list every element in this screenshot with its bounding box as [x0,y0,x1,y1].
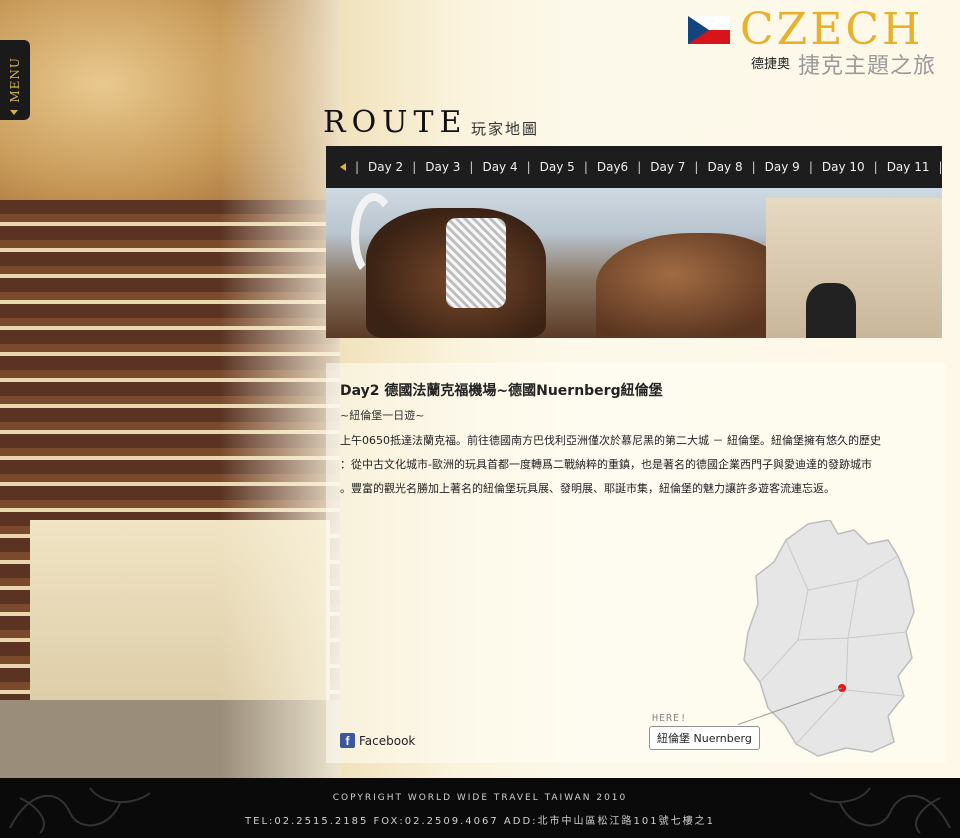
footer-copyright: COPYRIGHT WORLD WIDE TRAVEL TAIWAN 2010 [332,793,628,803]
article-subtitle: ~紐倫堡一日遊~ [340,409,425,422]
footer: COPYRIGHT WORLD WIDE TRAVEL TAIWAN 2010 … [0,778,960,838]
day-photo [326,188,942,338]
day-tab-10[interactable]: Day 10 [822,160,865,174]
germany-outline [743,520,915,757]
day-tab-3[interactable]: Day 3 [425,160,460,174]
day-tab-8[interactable]: Day 8 [707,160,742,174]
coachman-figure [806,283,856,338]
menu-label: MENU [8,57,22,103]
article-title: Day2 德國法蘭克福機場~德國Nuernberg紐倫堡 [340,383,663,399]
article-line: 。豐富的觀光名勝加上著名的紐倫堡玩具展、發明展、耶誕市集，紐倫堡的魅力讓許多遊客… [340,482,835,495]
article-body: 上午0650抵達法蘭克福。前往德國南方巴伐利亞洲僅次於慕尼黑的第二大城 － 紐倫… [340,429,940,501]
map-location-label: 紐倫堡 Nuernberg [649,726,760,750]
footer-ornament-right [809,787,951,834]
day-tab-5[interactable]: Day 5 [540,160,575,174]
nav-separator: | [583,160,588,174]
germany-map [738,520,915,757]
nav-separator: | [412,160,417,174]
facebook-label: Facebook [359,733,416,748]
day-tab-6[interactable]: Day6 [597,160,628,174]
nav-separator: | [637,160,642,174]
brand-subtitle-large: 捷克主題之旅 [798,54,937,79]
route-title: ROUTE [323,105,468,140]
horse-horn-decoration [351,193,397,279]
day-tab-2[interactable]: Day 2 [368,160,403,174]
brand-header: CZECH 德捷奧 捷克主題之旅 [688,4,948,80]
map-here-label: HERE! [652,713,688,724]
day-tab-11[interactable]: Day 11 [887,160,930,174]
facebook-link[interactable]: f Facebook [340,733,415,748]
nav-separator: | [751,160,756,174]
route-heading: ROUTE 玩家地圖 [323,105,537,140]
nav-separator: | [808,160,813,174]
czech-flag-icon [688,16,730,44]
day-tab-7[interactable]: Day 7 [650,160,685,174]
collage-fade [220,0,340,778]
facebook-icon: f [340,733,355,748]
menu-tab[interactable]: MENU [0,40,30,120]
nav-separator: | [526,160,531,174]
horse-blinder [446,218,506,308]
route-subtitle: 玩家地圖 [471,120,540,138]
second-horse-figure [596,233,786,338]
hero-collage-image [0,0,340,778]
day-navigation: | Day 2 | Day 3 | Day 4 | Day 5 | Day6 |… [326,146,943,188]
day-tab-4[interactable]: Day 4 [482,160,517,174]
footer-contact: TEL:02.2515.2185 FOX:02.2509.4067 ADD:北市… [245,816,715,827]
nav-separator: | [469,160,474,174]
day-tab-9[interactable]: Day 9 [765,160,800,174]
menu-arrow-icon [10,110,18,115]
brand-subtitle-small: 德捷奧 [751,57,791,72]
nav-separator: | [873,160,878,174]
article-line: 上午0650抵達法蘭克福。前往德國南方巴伐利亞洲僅次於慕尼黑的第二大城 － 紐倫… [340,434,881,447]
nav-separator: | [355,160,360,174]
nav-separator: | [938,160,943,174]
nav-separator: | [694,160,699,174]
article-line: ：從中古文化城市-歐洲的玩具首都一度轉爲二戰納粹的重鎮，也是著名的德國企業西門子… [340,458,872,471]
footer-ornament-left [9,787,151,834]
